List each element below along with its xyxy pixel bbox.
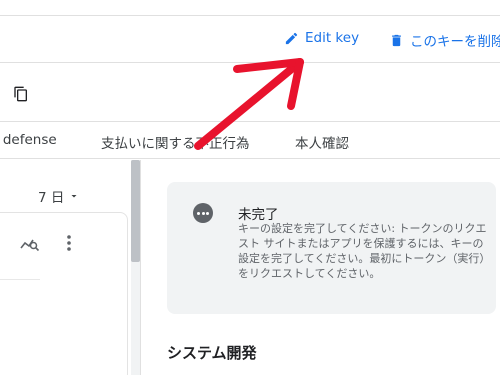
card-divider: [0, 279, 40, 280]
scrollbar-thumb[interactable]: [131, 160, 140, 262]
more-horiz-icon: [193, 203, 213, 223]
notice-body: キーの設定を完了してください: トークンのリクエスト サイトまたはアプリを保護す…: [238, 222, 487, 280]
tab-defense[interactable]: S defense: [0, 132, 57, 148]
delete-key-label: このキーを削除: [410, 34, 500, 50]
vertical-divider: [140, 160, 141, 375]
trash-icon: [392, 34, 401, 46]
date-range-dropdown[interactable]: 7 日: [38, 186, 80, 206]
edit-key-label: Edit key: [305, 30, 360, 46]
key-id-row: [0, 64, 500, 122]
date-range-label: 7 日: [38, 190, 65, 206]
incomplete-setup-notice: 未完了 キーの設定を完了してください: トークンのリクエスト サイトまたはアプリ…: [167, 182, 496, 314]
key-header-actions: Edit key このキーを削除: [0, 17, 500, 63]
delete-key-button[interactable]: このキーを削除: [389, 30, 500, 50]
tab-identity-verification[interactable]: 本人確認: [295, 132, 349, 152]
section-title: システム開発: [167, 344, 257, 362]
top-divider: [0, 0, 500, 16]
copy-icon[interactable]: [13, 86, 29, 102]
edit-key-button[interactable]: Edit key: [284, 30, 359, 46]
feature-tabs: S defense 支払いに関する不正行為 本人確認: [0, 123, 500, 159]
notice-title: 未完了: [238, 207, 279, 223]
chart-search-icon[interactable]: [20, 235, 40, 253]
pencil-icon: [285, 32, 298, 44]
more-vert-icon[interactable]: [63, 233, 75, 253]
dropdown-arrow-icon: [71, 195, 77, 198]
tab-payment-fraud[interactable]: 支払いに関する不正行為: [101, 132, 250, 152]
